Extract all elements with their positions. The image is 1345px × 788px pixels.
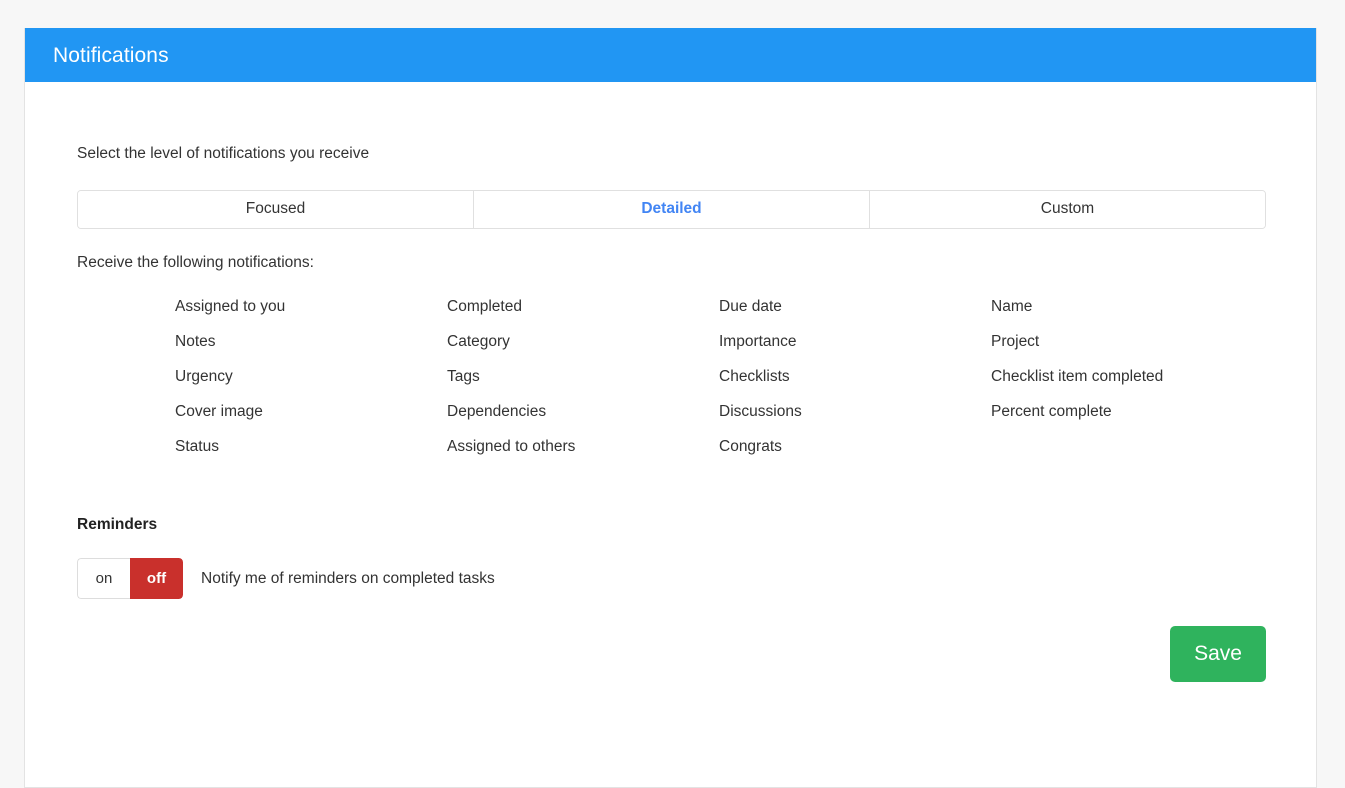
notifications-settings-page: Notifications Select the level of notifi… [0, 0, 1345, 788]
notification-item-dependencies[interactable]: Dependencies [447, 394, 719, 429]
card-header: Notifications [25, 28, 1316, 82]
notification-item-percent-complete[interactable]: Percent complete [991, 394, 1163, 429]
notification-item-checklist-item-completed[interactable]: Checklist item completed [991, 359, 1163, 394]
notification-item-completed[interactable]: Completed [447, 289, 719, 324]
tab-focused[interactable]: Focused [78, 190, 474, 228]
notification-item-congrats[interactable]: Congrats [719, 429, 991, 464]
notification-column-1: Assigned to you Notes Urgency Cover imag… [175, 289, 447, 464]
notification-item-assigned-to-others[interactable]: Assigned to others [447, 429, 719, 464]
notification-item-urgency[interactable]: Urgency [175, 359, 447, 394]
reminders-heading: Reminders [77, 516, 158, 534]
notification-item-tags[interactable]: Tags [447, 359, 719, 394]
card-body: Select the level of notifications you re… [25, 145, 1316, 682]
notification-column-4: Name Project Checklist item completed Pe… [991, 289, 1163, 464]
reminders-row: on off Notify me of reminders on complet… [77, 557, 1264, 599]
notification-level-tabs: Focused Detailed Custom [77, 189, 1266, 229]
notification-item-notes[interactable]: Notes [175, 324, 447, 359]
notification-column-3: Due date Importance Checklists Discussio… [719, 289, 991, 464]
reminders-description: Notify me of reminders on completed task… [201, 569, 495, 587]
save-button[interactable]: Save [1170, 625, 1266, 682]
notification-item-status[interactable]: Status [175, 429, 447, 464]
reminders-toggle-on-option[interactable]: on [77, 557, 130, 599]
notification-item-discussions[interactable]: Discussions [719, 394, 991, 429]
footer-actions: Save [77, 625, 1266, 682]
notification-item-checklists[interactable]: Checklists [719, 359, 991, 394]
notification-item-assigned-to-you[interactable]: Assigned to you [175, 289, 447, 324]
notification-item-importance[interactable]: Importance [719, 324, 991, 359]
tab-custom[interactable]: Custom [870, 190, 1265, 228]
notification-item-due-date[interactable]: Due date [719, 289, 991, 324]
notifications-card: Notifications Select the level of notifi… [24, 28, 1317, 788]
reminders-toggle[interactable]: on off [77, 557, 183, 599]
notification-level-label: Select the level of notifications you re… [77, 145, 370, 162]
tab-detailed[interactable]: Detailed [474, 190, 870, 228]
notification-item-project[interactable]: Project [991, 324, 1163, 359]
notification-column-2: Completed Category Tags Dependencies Ass… [447, 289, 719, 464]
notification-types-grid: Assigned to you Notes Urgency Cover imag… [77, 289, 1264, 464]
page-title: Notifications [53, 43, 169, 67]
notification-item-name[interactable]: Name [991, 289, 1163, 324]
receive-notifications-label: Receive the following notifications: [77, 253, 314, 271]
reminders-toggle-off-option[interactable]: off [130, 557, 183, 599]
notification-item-cover-image[interactable]: Cover image [175, 394, 447, 429]
notification-item-category[interactable]: Category [447, 324, 719, 359]
